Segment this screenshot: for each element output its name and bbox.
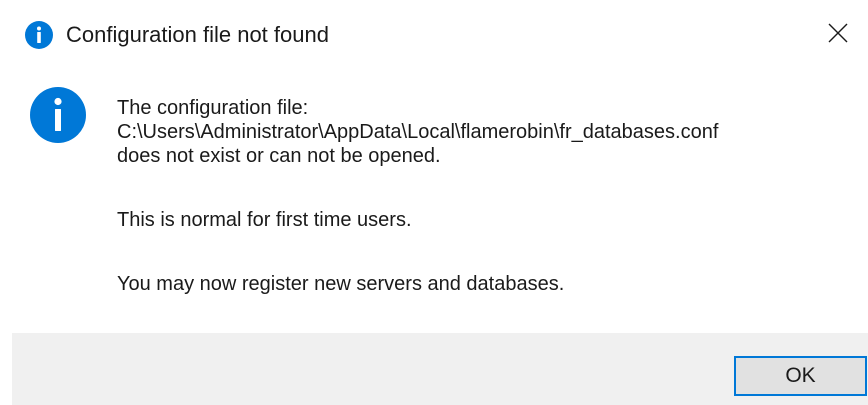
- info-icon: [25, 21, 53, 49]
- ok-button[interactable]: OK: [734, 356, 867, 396]
- close-icon: [828, 23, 848, 43]
- message-line: does not exist or can not be opened.: [117, 145, 441, 167]
- message-dialog: Configuration file not found The configu…: [0, 0, 868, 405]
- config-file-path: C:\Users\Administrator\AppData\Local\fla…: [117, 121, 719, 143]
- message-text: The configuration file: C:\Users\Adminis…: [117, 96, 857, 296]
- message-line: You may now register new servers and dat…: [117, 273, 565, 295]
- message-line: This is normal for first time users.: [117, 209, 412, 231]
- ok-button-label: OK: [785, 364, 816, 387]
- window-title: Configuration file not found: [66, 22, 329, 47]
- info-icon: [30, 87, 86, 143]
- title-bar[interactable]: Configuration file not found: [0, 0, 868, 68]
- close-button[interactable]: [808, 6, 868, 60]
- button-bar: OK: [12, 333, 868, 405]
- message-line: The configuration file:: [117, 97, 309, 119]
